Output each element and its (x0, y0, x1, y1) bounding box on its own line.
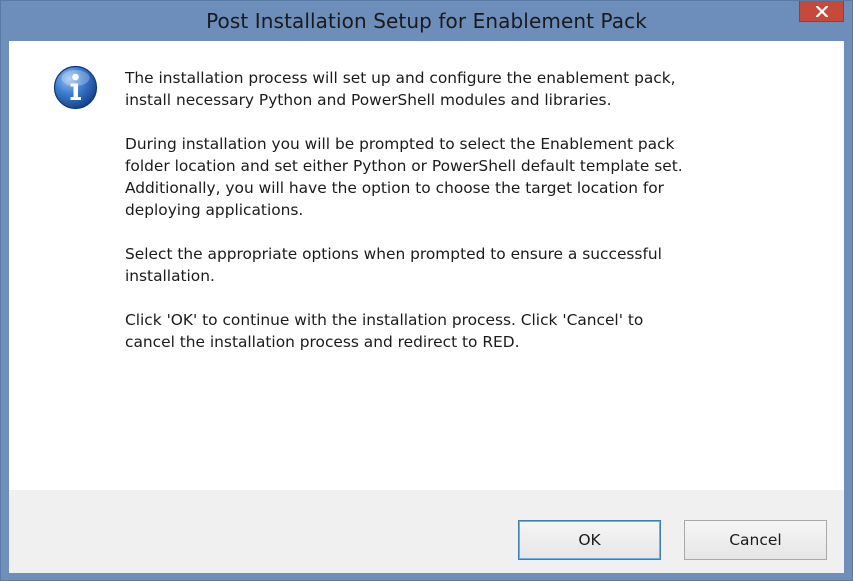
window-title: Post Installation Setup for Enablement P… (206, 9, 647, 33)
cancel-button[interactable]: Cancel (684, 520, 827, 560)
button-bar: OK Cancel (9, 490, 844, 573)
message-line: deploying applications. (125, 201, 304, 219)
message-text: The installation process will set up and… (125, 67, 805, 375)
message-line: Additionally, you will have the option t… (125, 179, 665, 197)
title-bar[interactable]: Post Installation Setup for Enablement P… (1, 1, 852, 41)
message-line: folder location and set either Python or… (125, 157, 683, 175)
message-line: The installation process will set up and… (125, 69, 676, 87)
message-line: Click 'OK' to continue with the installa… (125, 311, 644, 329)
message-line: During installation you will be prompted… (125, 135, 675, 153)
dialog-window: Post Installation Setup for Enablement P… (0, 0, 853, 581)
message-line: installation. (125, 267, 215, 285)
close-icon (816, 6, 828, 17)
message-line: cancel the installation process and redi… (125, 333, 520, 351)
close-button[interactable] (799, 1, 844, 22)
message-line: install necessary Python and PowerShell … (125, 91, 612, 109)
message-paragraph-4: Click 'OK' to continue with the installa… (125, 309, 805, 353)
message-paragraph-1: The installation process will set up and… (125, 67, 805, 111)
message-paragraph-2: During installation you will be prompted… (125, 133, 805, 221)
message-line: Select the appropriate options when prom… (125, 245, 662, 263)
ok-button[interactable]: OK (518, 520, 661, 560)
message-paragraph-3: Select the appropriate options when prom… (125, 243, 805, 287)
info-icon (53, 65, 98, 110)
